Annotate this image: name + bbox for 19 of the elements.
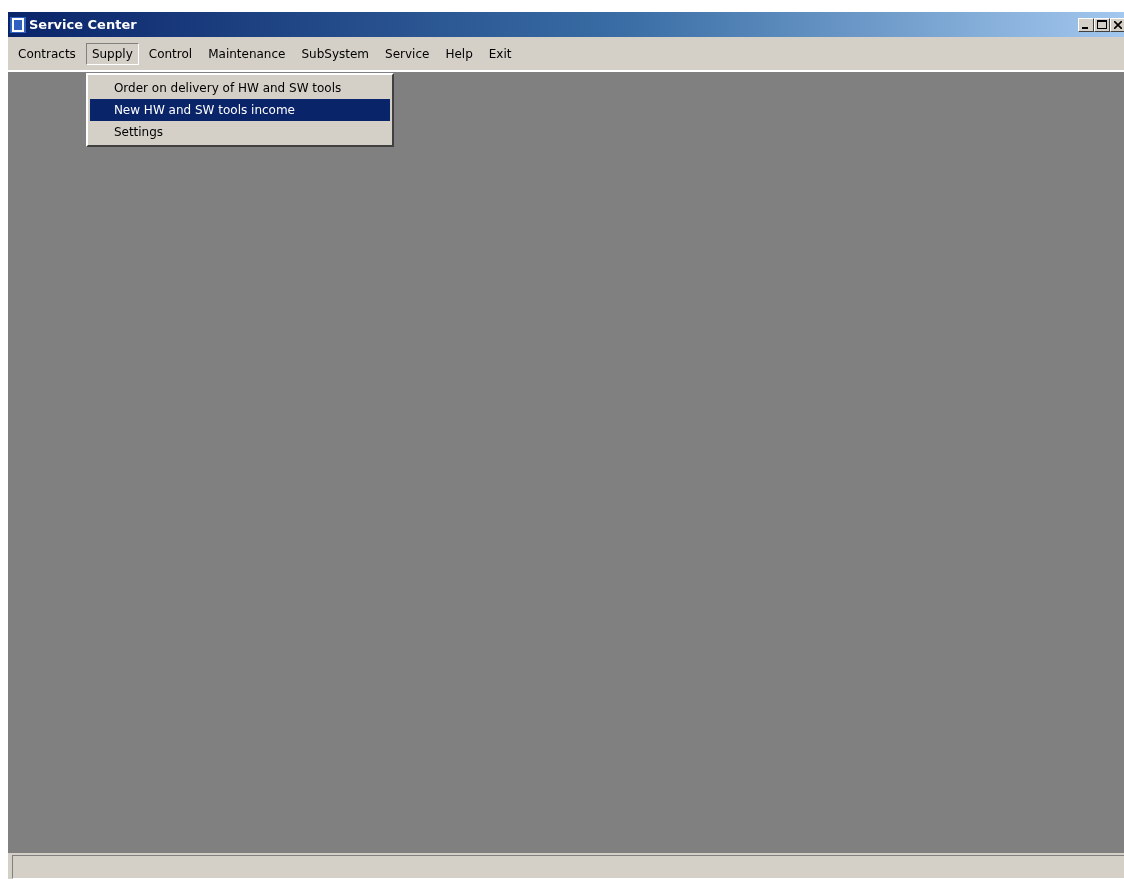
menu-item[interactable]: Control [142,42,199,65]
dropdown-item[interactable]: Settings [89,120,390,143]
menu-item[interactable]: SubSystem [295,42,376,65]
menu-item[interactable]: Service [379,42,436,65]
maximize-icon [1097,20,1107,29]
close-icon [1114,20,1122,29]
menu-item[interactable]: Contracts [12,42,82,65]
menu-item[interactable]: Maintenance [202,42,292,65]
menu-item[interactable]: Help [439,42,479,65]
minimize-button[interactable] [1078,17,1094,32]
app-icon [10,16,26,33]
close-button[interactable] [1110,17,1124,32]
dropdown-item[interactable]: New HW and SW tools income [89,98,390,121]
minimize-icon [1082,26,1088,29]
window-title: Service Center [29,17,138,32]
maximize-button[interactable] [1094,17,1110,32]
dropdown-item[interactable]: Order on delivery of HW and SW tools [89,76,390,99]
menu-item[interactable]: Exit [482,42,518,65]
menu-item[interactable]: Supply [85,42,139,65]
